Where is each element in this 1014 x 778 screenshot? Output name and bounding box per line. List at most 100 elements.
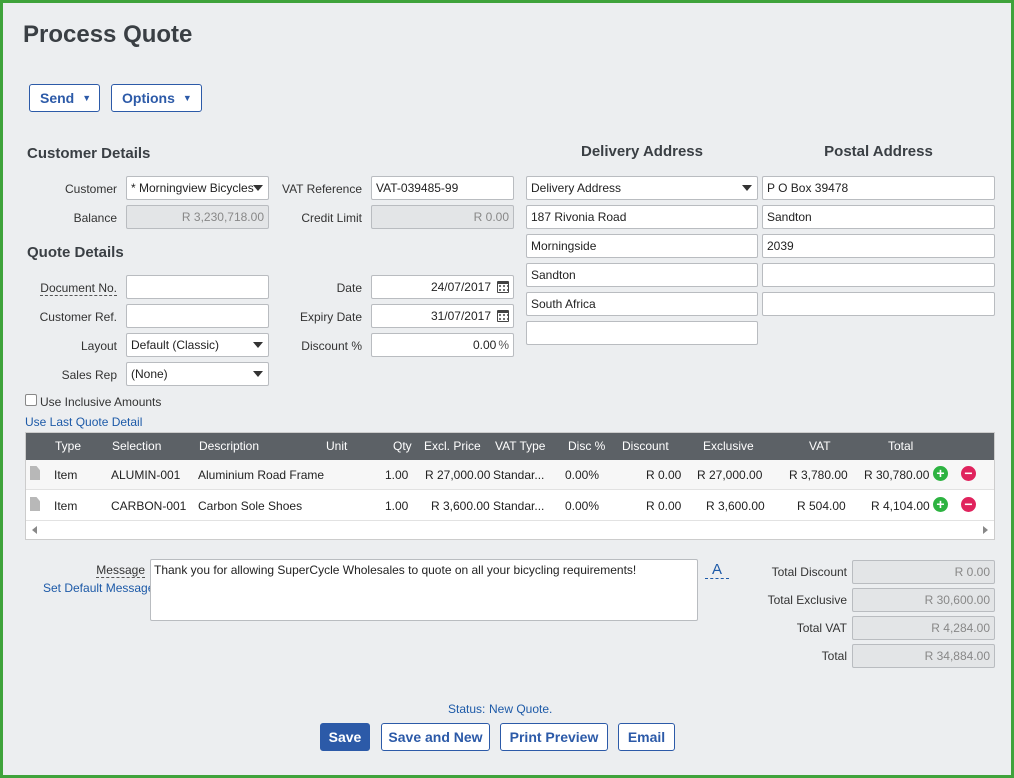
col-discount[interactable]: Discount bbox=[622, 439, 669, 453]
cell-total: R 30,780.00 bbox=[864, 468, 930, 482]
customer-ref-input[interactable] bbox=[126, 304, 269, 328]
cell-excl-price[interactable]: R 27,000.00 bbox=[425, 468, 490, 482]
chevron-down-icon bbox=[253, 185, 263, 191]
postal-address-heading: Postal Address bbox=[824, 143, 933, 160]
document-icon bbox=[30, 466, 40, 480]
delivery-line-text: Sandton bbox=[531, 268, 576, 282]
scroll-left-icon[interactable] bbox=[32, 526, 37, 534]
cell-disc-pct[interactable]: 0.00% bbox=[565, 499, 599, 513]
grid-header: Type Selection Description Unit Qty Excl… bbox=[26, 433, 994, 460]
postal-address-line-4[interactable] bbox=[762, 263, 995, 287]
customer-ref-label: Customer Ref. bbox=[39, 310, 117, 324]
caret-down-icon: ▼ bbox=[82, 93, 92, 103]
col-selection[interactable]: Selection bbox=[112, 439, 161, 453]
col-vat[interactable]: VAT bbox=[809, 439, 831, 453]
postal-address-line-2[interactable]: Sandton bbox=[762, 205, 995, 229]
cell-selection[interactable]: CARBON-001 bbox=[111, 499, 186, 513]
chevron-down-icon bbox=[742, 185, 752, 191]
postal-address-line-3[interactable]: 2039 bbox=[762, 234, 995, 258]
delivery-address-line-1[interactable]: 187 Rivonia Road bbox=[526, 205, 758, 229]
vat-reference-input[interactable]: VAT-039485-99 bbox=[371, 176, 514, 200]
postal-address-line-5[interactable] bbox=[762, 292, 995, 316]
calendar-icon[interactable] bbox=[497, 310, 509, 322]
vat-reference-label: VAT Reference bbox=[281, 182, 362, 196]
postal-line-text: P O Box 39478 bbox=[767, 181, 849, 195]
delivery-address-line-3[interactable]: Sandton bbox=[526, 263, 758, 287]
save-and-new-button[interactable]: Save and New bbox=[381, 723, 490, 751]
options-dropdown-button[interactable]: Options ▼ bbox=[111, 84, 202, 112]
layout-select[interactable]: Default (Classic) bbox=[126, 333, 269, 357]
cell-qty[interactable]: 1.00 bbox=[385, 499, 408, 513]
email-button[interactable]: Email bbox=[618, 723, 675, 751]
chevron-down-icon bbox=[253, 371, 263, 377]
table-row[interactable]: Item CARBON-001 Carbon Sole Shoes 1.00 R… bbox=[26, 491, 994, 521]
document-no-label: Document No. bbox=[33, 281, 117, 296]
cell-disc-pct[interactable]: 0.00% bbox=[565, 468, 599, 482]
total-discount-field: R 0.00 bbox=[852, 560, 995, 584]
cell-vat-type[interactable]: Standar... bbox=[493, 468, 544, 482]
horizontal-scrollbar[interactable] bbox=[26, 523, 994, 539]
add-row-icon[interactable]: + bbox=[933, 466, 948, 481]
font-format-button[interactable]: A bbox=[705, 561, 729, 579]
cell-total: R 4,104.00 bbox=[871, 499, 930, 513]
date-input[interactable]: 24/07/2017 bbox=[371, 275, 514, 299]
balance-field: R 3,230,718.00 bbox=[126, 205, 269, 229]
save-button[interactable]: Save bbox=[320, 723, 370, 751]
expiry-date-input[interactable]: 31/07/2017 bbox=[371, 304, 514, 328]
col-qty[interactable]: Qty bbox=[393, 439, 412, 453]
discount-label: Discount % bbox=[301, 339, 362, 353]
line-items-grid: Type Selection Description Unit Qty Excl… bbox=[25, 432, 995, 540]
scroll-right-icon[interactable] bbox=[983, 526, 988, 534]
col-disc-pct[interactable]: Disc % bbox=[568, 439, 605, 453]
expiry-date-label: Expiry Date bbox=[299, 310, 362, 324]
message-textarea[interactable]: Thank you for allowing SuperCycle Wholes… bbox=[150, 559, 698, 621]
discount-input[interactable]: 0.00% bbox=[371, 333, 514, 357]
set-default-message-link[interactable]: Set Default Message bbox=[43, 581, 154, 595]
inclusive-amounts-checkbox[interactable] bbox=[25, 394, 37, 406]
cell-description[interactable]: Carbon Sole Shoes bbox=[198, 499, 302, 513]
date-value: 24/07/2017 bbox=[430, 280, 491, 294]
delivery-address-select[interactable]: Delivery Address bbox=[526, 176, 758, 200]
col-vat-type[interactable]: VAT Type bbox=[495, 439, 545, 453]
add-row-icon[interactable]: + bbox=[933, 497, 948, 512]
col-description[interactable]: Description bbox=[199, 439, 259, 453]
cell-discount: R 0.00 bbox=[646, 468, 682, 482]
sales-rep-value: (None) bbox=[131, 367, 168, 381]
remove-row-icon[interactable]: − bbox=[961, 497, 976, 512]
cell-exclusive: R 27,000.00 bbox=[697, 468, 763, 482]
delivery-address-line-5[interactable] bbox=[526, 321, 758, 345]
col-unit[interactable]: Unit bbox=[326, 439, 347, 453]
delivery-address-select-value: Delivery Address bbox=[531, 181, 622, 195]
calendar-icon[interactable] bbox=[497, 281, 509, 293]
cell-selection[interactable]: ALUMIN-001 bbox=[111, 468, 180, 482]
remove-row-icon[interactable]: − bbox=[961, 466, 976, 481]
print-preview-button[interactable]: Print Preview bbox=[500, 723, 608, 751]
date-label: Date bbox=[336, 281, 362, 295]
col-excl-price[interactable]: Excl. Price bbox=[424, 439, 481, 453]
cell-excl-price[interactable]: R 3,600.00 bbox=[431, 499, 490, 513]
document-no-input[interactable] bbox=[126, 275, 269, 299]
sales-rep-label: Sales Rep bbox=[61, 368, 117, 382]
customer-select[interactable]: * Morningview Bicycles bbox=[126, 176, 269, 200]
col-type[interactable]: Type bbox=[55, 439, 81, 453]
cell-exclusive: R 3,600.00 bbox=[706, 499, 765, 513]
cell-description[interactable]: Aluminium Road Frame bbox=[198, 468, 324, 482]
col-exclusive[interactable]: Exclusive bbox=[703, 439, 754, 453]
customer-value: * Morningview Bicycles bbox=[131, 181, 254, 195]
delivery-address-line-2[interactable]: Morningside bbox=[526, 234, 758, 258]
postal-line-text: Sandton bbox=[767, 210, 812, 224]
status-label: Status: bbox=[448, 702, 486, 716]
sales-rep-select[interactable]: (None) bbox=[126, 362, 269, 386]
table-row[interactable]: Item ALUMIN-001 Aluminium Road Frame 1.0… bbox=[26, 460, 994, 490]
use-last-quote-link[interactable]: Use Last Quote Detail bbox=[25, 415, 142, 429]
total-label: Total bbox=[821, 649, 847, 663]
col-total[interactable]: Total bbox=[888, 439, 913, 453]
cell-qty[interactable]: 1.00 bbox=[385, 468, 408, 482]
send-dropdown-button[interactable]: Send ▼ bbox=[29, 84, 100, 112]
cell-vat-type[interactable]: Standar... bbox=[493, 499, 544, 513]
delivery-address-line-4[interactable]: South Africa bbox=[526, 292, 758, 316]
total-vat-value: R 4,284.00 bbox=[931, 621, 990, 635]
vat-reference-value: VAT-039485-99 bbox=[376, 181, 459, 195]
cell-type: Item bbox=[54, 468, 78, 482]
postal-address-line-1[interactable]: P O Box 39478 bbox=[762, 176, 995, 200]
